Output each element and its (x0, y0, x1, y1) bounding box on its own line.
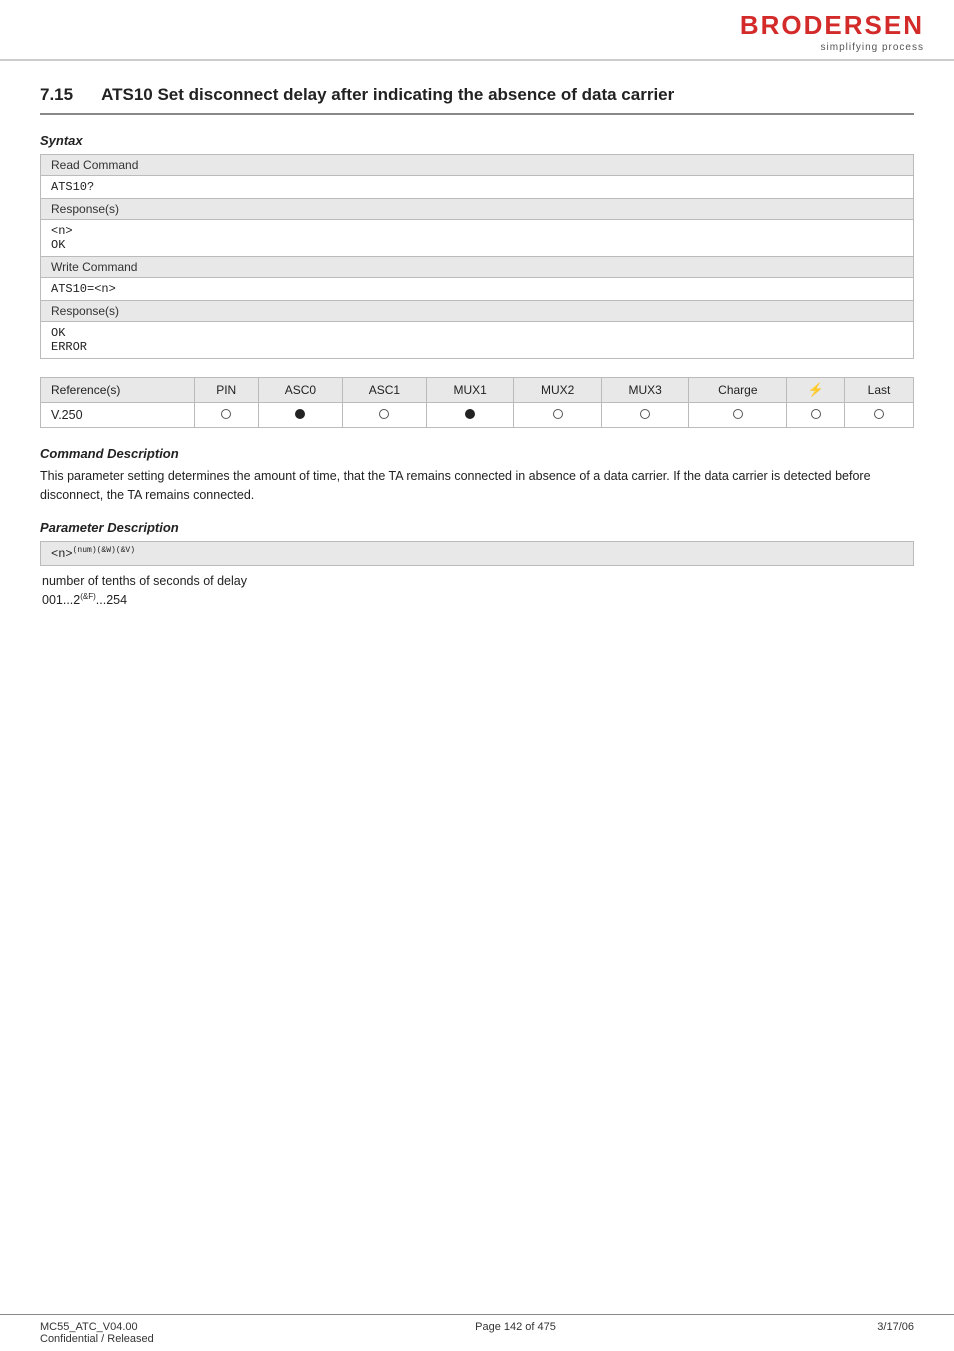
section-number: 7.15 (40, 85, 73, 105)
write-response-header-row: Response(s) (41, 301, 914, 322)
footer-left: MC55_ATC_V04.00 Confidential / Released (40, 1321, 154, 1345)
read-response-header-row: Response(s) (41, 199, 914, 220)
write-response-row: OK ERROR (41, 322, 914, 359)
circle-empty-icon (221, 409, 231, 419)
footer-status: Confidential / Released (40, 1333, 154, 1345)
syntax-label: Syntax (40, 133, 914, 148)
col-header-zz: ⚡ (787, 378, 845, 403)
col-header-mux1: MUX1 (426, 378, 513, 403)
col-header-reference: Reference(s) (41, 378, 195, 403)
circle-filled-icon (465, 409, 475, 419)
col-header-last: Last (844, 378, 913, 403)
ref-asc0 (258, 403, 342, 428)
circle-filled-icon (295, 409, 305, 419)
footer-doc-id: MC55_ATC_V04.00 (40, 1321, 154, 1333)
write-response-header-label: Response(s) (41, 301, 914, 322)
circle-empty-icon (811, 409, 821, 419)
command-description-label: Command Description (40, 446, 914, 461)
param-name: <n>(num)(&W)(&V) (51, 547, 135, 561)
read-command-value: ATS10? (41, 176, 914, 199)
parameter-description-label: Parameter Description (40, 520, 914, 535)
ref-mux2 (514, 403, 601, 428)
footer-date: 3/17/06 (877, 1321, 914, 1345)
logo-area: BRODERSEN simplifying process (740, 10, 924, 53)
read-command-row: ATS10? (41, 176, 914, 199)
section-title: ATS10 Set disconnect delay after indicat… (101, 85, 674, 105)
read-command-header-row: Read Command (41, 155, 914, 176)
ref-pin (194, 403, 258, 428)
col-header-asc0: ASC0 (258, 378, 342, 403)
param-description-text: number of tenths of seconds of delay (42, 572, 914, 591)
read-command-header-label: Read Command (41, 155, 914, 176)
ref-mux3 (601, 403, 688, 428)
write-command-header-label: Write Command (41, 257, 914, 278)
circle-empty-icon (733, 409, 743, 419)
logo-text: BRODERSEN (740, 10, 924, 41)
reference-table: Reference(s) PIN ASC0 ASC1 MUX1 MUX2 MUX… (40, 377, 914, 428)
col-header-asc1: ASC1 (342, 378, 426, 403)
ref-last (844, 403, 913, 428)
command-description-text: This parameter setting determines the am… (40, 467, 914, 506)
footer-page: Page 142 of 475 (475, 1321, 556, 1345)
circle-empty-icon (553, 409, 563, 419)
reference-table-header-row: Reference(s) PIN ASC0 ASC1 MUX1 MUX2 MUX… (41, 378, 914, 403)
circle-empty-icon (640, 409, 650, 419)
circle-empty-icon (379, 409, 389, 419)
circle-empty-icon (874, 409, 884, 419)
ref-mux1 (426, 403, 513, 428)
col-header-mux2: MUX2 (514, 378, 601, 403)
read-response-values: <n> OK (41, 220, 914, 257)
ref-asc1 (342, 403, 426, 428)
table-row: V.250 (41, 403, 914, 428)
write-command-header-row: Write Command (41, 257, 914, 278)
param-name-row: <n>(num)(&W)(&V) (40, 541, 914, 566)
section-heading: 7.15 ATS10 Set disconnect delay after in… (40, 85, 914, 115)
read-response-header-label: Response(s) (41, 199, 914, 220)
page-header: BRODERSEN simplifying process (0, 0, 954, 61)
read-response-row: <n> OK (41, 220, 914, 257)
col-header-pin: PIN (194, 378, 258, 403)
col-header-mux3: MUX3 (601, 378, 688, 403)
ref-zz (787, 403, 845, 428)
logo-sub: simplifying process (821, 42, 924, 53)
write-command-value: ATS10=<n> (41, 278, 914, 301)
col-header-charge: Charge (689, 378, 787, 403)
command-table: Read Command ATS10? Response(s) <n> OK W… (40, 154, 914, 359)
write-response-values: OK ERROR (41, 322, 914, 359)
ref-charge (689, 403, 787, 428)
param-range-text: 001...2(&F)...254 (42, 591, 914, 611)
page-footer: MC55_ATC_V04.00 Confidential / Released … (0, 1314, 954, 1351)
main-content: 7.15 ATS10 Set disconnect delay after in… (0, 61, 954, 651)
ref-label: V.250 (41, 403, 195, 428)
write-command-row: ATS10=<n> (41, 278, 914, 301)
